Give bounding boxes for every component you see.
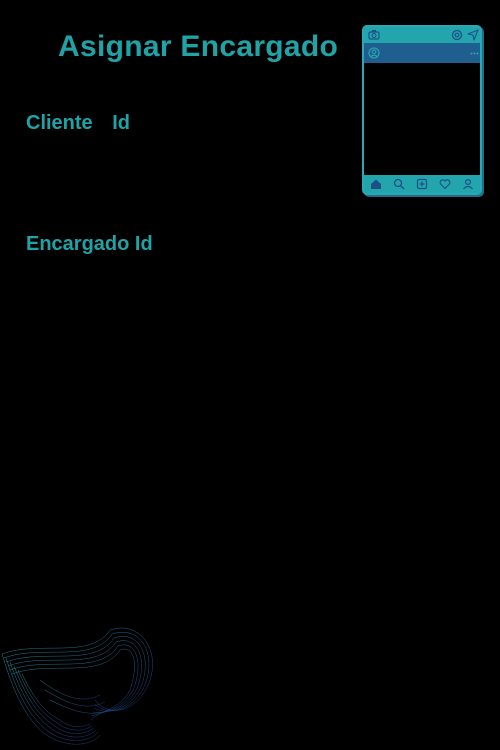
phone-bottom-nav [364, 175, 480, 193]
encargado-id-label: Encargado Id [26, 233, 153, 255]
gear-icon [451, 29, 463, 41]
user-icon [368, 47, 380, 59]
page-title: Asignar Encargado [58, 30, 339, 63]
home-icon [370, 179, 381, 189]
heart-icon [439, 179, 451, 190]
send-icon [467, 29, 479, 41]
more-icon [470, 52, 479, 55]
phone-mockup [362, 25, 482, 195]
profile-icon [463, 178, 474, 190]
phone-profile-bar [364, 43, 480, 63]
decorative-wave-graphic [1, 627, 153, 745]
search-icon [393, 178, 405, 190]
camera-icon [368, 30, 380, 40]
phone-top-bar [364, 27, 480, 43]
add-icon [416, 178, 428, 190]
cliente-id-label: Cliente Id [26, 112, 131, 134]
